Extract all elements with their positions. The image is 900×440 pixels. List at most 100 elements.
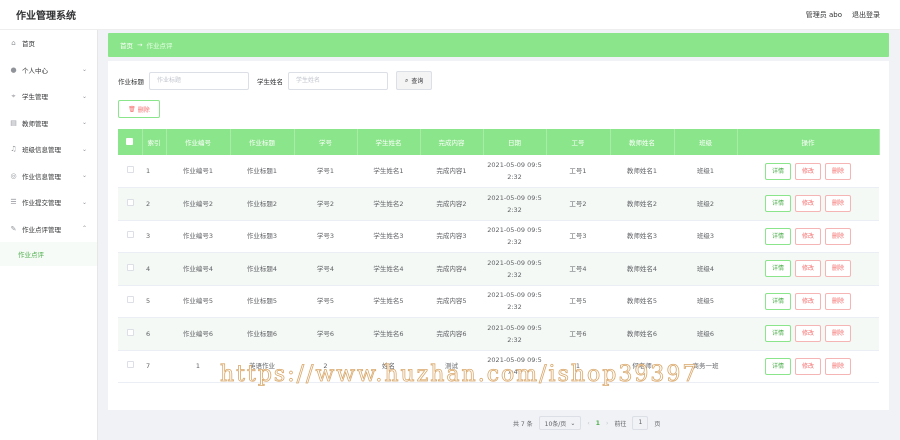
row-select-cell[interactable]	[118, 187, 142, 221]
column-header: 学号	[294, 129, 358, 155]
goto-page-input[interactable]: 1	[632, 416, 649, 430]
sidebar-item-students[interactable]: ⌖ 学生管理 ⌄	[0, 83, 97, 110]
row-checkbox[interactable]	[126, 198, 134, 206]
edit-button[interactable]: 修改	[795, 325, 821, 343]
page-number-current[interactable]: 1	[596, 420, 600, 427]
row-checkbox[interactable]	[126, 296, 134, 304]
sidebar-item-teachers[interactable]: ▤ 教师管理 ⌄	[0, 110, 97, 137]
batch-delete-label: 删除	[137, 106, 150, 114]
cell-date-line1: 2021-05-09 09:5	[487, 258, 542, 267]
cell-actions: 详情 修改 删除	[737, 155, 879, 188]
delete-button[interactable]: 删除	[825, 162, 851, 180]
sidebar-item-reviews[interactable]: ✎ 作业点评管理 ⌃	[0, 216, 97, 243]
table-row: 1 作业编号1 作业标题1 学号1 学生姓名1 完成内容1 2021-05-09 09:5 2…	[118, 155, 879, 188]
select-all-cell[interactable]	[118, 129, 143, 155]
row-select-cell[interactable]	[118, 252, 142, 286]
row-checkbox[interactable]	[126, 231, 134, 239]
delete-button[interactable]: 删除	[825, 292, 851, 310]
cell-date-line2: 2:32	[507, 173, 522, 181]
row-select-cell[interactable]	[118, 220, 142, 253]
class-icon: ♫	[10, 145, 17, 154]
column-header: 日期	[483, 129, 547, 155]
breadcrumb-home[interactable]: 首页	[120, 40, 133, 50]
delete-button[interactable]: 删除	[825, 195, 851, 213]
goto-label: 前往	[614, 420, 627, 428]
trash-icon: 🗑	[128, 105, 136, 113]
detail-button[interactable]: 详情	[765, 357, 791, 375]
row-select-cell[interactable]	[118, 155, 142, 188]
row-select-cell[interactable]	[118, 350, 142, 383]
edit-button[interactable]: 修改	[795, 357, 821, 375]
current-user: 管理员 abo	[805, 10, 842, 19]
edit-button[interactable]: 修改	[795, 162, 821, 180]
cell-cls: 班级5	[674, 285, 737, 318]
column-header: 操作	[737, 129, 880, 155]
edit-button[interactable]: 修改	[795, 195, 821, 213]
cell-content: 完成内容3	[420, 220, 483, 253]
table-row: 2 作业编号2 作业标题2 学号2 学生姓名2 完成内容2 2021-05-09 09:5 2…	[118, 187, 879, 221]
title-search-input[interactable]	[149, 71, 249, 90]
cell-sname: 学生姓名2	[357, 187, 420, 221]
cell-date-line2: 2:32	[507, 205, 522, 214]
row-checkbox[interactable]	[126, 263, 134, 271]
sidebar-item-submissions[interactable]: ☰ 作业提交管理 ⌄	[0, 189, 97, 216]
row-select-cell[interactable]	[118, 285, 142, 318]
sidebar-item-homework[interactable]: ◎ 作业信息管理 ⌄	[0, 163, 97, 190]
sidebar-item-profile[interactable]: ● 个人中心 ⌄	[0, 57, 97, 84]
cell-sid: 学号6	[294, 317, 357, 351]
row-checkbox[interactable]	[126, 361, 134, 369]
cell-date-line2: 2:32	[507, 303, 522, 312]
delete-button[interactable]: 删除	[825, 227, 851, 245]
cell-wid: 工号4	[546, 252, 610, 286]
detail-button[interactable]: 详情	[765, 292, 791, 310]
sidebar-item-classes[interactable]: ♫ 班级信息管理 ⌄	[0, 136, 97, 163]
logout-link[interactable]: 退出登录	[852, 10, 880, 20]
detail-button[interactable]: 详情	[765, 325, 791, 343]
cell-sid: 学号1	[294, 155, 357, 188]
column-header: 完成内容	[420, 129, 484, 155]
cell-date-line2: 2:32	[507, 238, 522, 247]
chevron-down-icon: ⌄	[81, 92, 87, 100]
delete-button[interactable]: 删除	[825, 260, 851, 278]
cell-no: 作业编号2	[166, 187, 230, 221]
delete-button[interactable]: 删除	[825, 325, 851, 343]
table-header-row: 索引 作业编号 作业标题 学号 学生姓名 完成内容 日期 工号 教师姓名 班级 …	[118, 129, 880, 155]
student-search-input[interactable]	[288, 71, 388, 90]
cell-content: 完成内容4	[420, 252, 483, 286]
delete-button[interactable]: 删除	[825, 357, 851, 375]
search-button-label: 查询	[411, 78, 424, 85]
cell-date-line2: 2:32	[507, 270, 522, 279]
cell-index: 1	[142, 155, 166, 188]
detail-button[interactable]: 详情	[765, 162, 791, 180]
detail-button[interactable]: 详情	[765, 260, 791, 278]
sidebar-item-home[interactable]: ⌂ 首页	[0, 30, 97, 57]
sidebar-item-label: 作业信息管理	[22, 172, 61, 181]
edit-button[interactable]: 修改	[795, 292, 821, 310]
page-size-select[interactable]: 10条/页 ⌄	[538, 416, 582, 430]
cell-date-line1: 2021-05-09 09:5	[487, 193, 542, 202]
cell-wid: 工号6	[546, 317, 610, 351]
chevron-down-icon: ⌄	[81, 66, 87, 74]
cell-index: 6	[142, 317, 166, 351]
edit-button[interactable]: 修改	[795, 260, 821, 278]
select-all-checkbox[interactable]	[126, 137, 134, 145]
cell-no: 作业编号1	[166, 155, 230, 188]
cell-index: 3	[142, 220, 166, 253]
sidebar-item-label: 个人中心	[22, 66, 48, 75]
next-page-button[interactable]: ›	[606, 420, 608, 427]
cell-content: 完成内容1	[420, 155, 483, 188]
edit-button[interactable]: 修改	[795, 227, 821, 245]
table-row: 5 作业编号5 作业标题5 学号5 学生姓名5 完成内容5 2021-05-09 09:5 2…	[118, 285, 879, 318]
detail-button[interactable]: 详情	[765, 227, 791, 245]
sidebar-subitem-review[interactable]: 作业点评	[0, 242, 97, 266]
search-button[interactable]: ⌕ 查询	[396, 71, 433, 90]
row-checkbox[interactable]	[126, 328, 134, 336]
cell-sname: 学生姓名4	[357, 252, 420, 286]
prev-page-button[interactable]: ‹	[587, 420, 589, 427]
row-checkbox[interactable]	[126, 166, 134, 173]
detail-button[interactable]: 详情	[765, 195, 791, 213]
row-select-cell[interactable]	[118, 317, 142, 351]
cell-actions: 详情 修改 删除	[737, 285, 879, 318]
cell-title: 作业标题5	[230, 285, 294, 318]
batch-delete-button[interactable]: 🗑 删除	[118, 100, 160, 118]
